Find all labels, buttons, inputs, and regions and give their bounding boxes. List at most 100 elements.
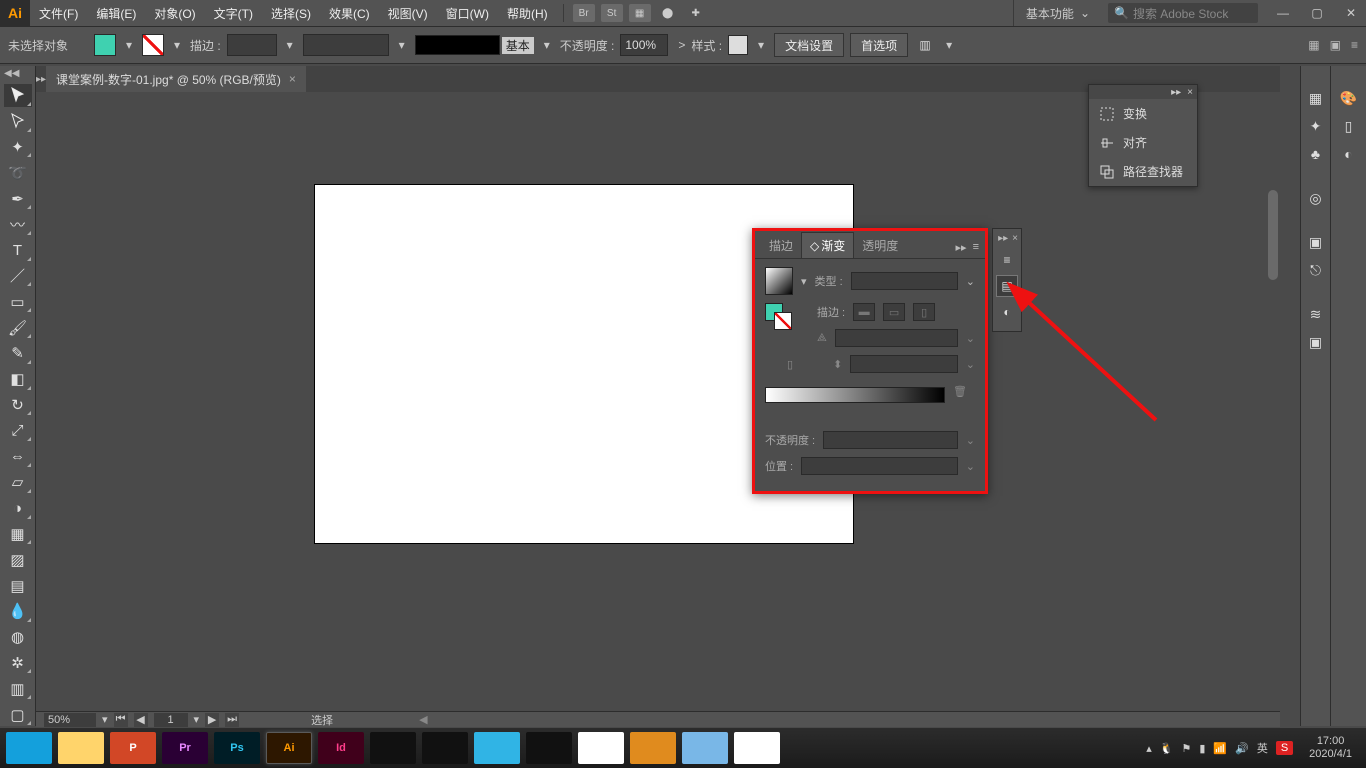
paintbrush-tool[interactable]: 🖌 — [4, 316, 32, 339]
type-tool[interactable]: T — [4, 239, 32, 262]
menu-file[interactable]: 文件(F) — [30, 0, 87, 26]
arrange-icon[interactable]: ▦ — [629, 4, 651, 22]
brush-dropdown[interactable]: ▾ — [540, 34, 554, 56]
selection-tool[interactable] — [4, 84, 32, 107]
style-swatch[interactable] — [728, 35, 748, 55]
taskbar-qq-browser[interactable] — [6, 732, 52, 764]
vertical-scrollbar[interactable] — [1266, 184, 1280, 711]
libraries-panel-icon[interactable]: ▣ — [1304, 230, 1328, 254]
menu-help[interactable]: 帮助(H) — [498, 0, 557, 26]
menu-object[interactable]: 对象(O) — [145, 0, 204, 26]
free-transform-tool[interactable]: ▱ — [4, 471, 32, 494]
panel-expand-icon[interactable]: ▸▸ — [956, 241, 967, 254]
stroke-weight-stepper[interactable]: ▾ — [283, 34, 297, 56]
gradient-slider[interactable] — [765, 387, 945, 403]
lasso-tool[interactable]: ➰ — [4, 161, 32, 184]
stroke-apply-2[interactable]: ▭ — [883, 303, 905, 321]
menu-effect[interactable]: 效果(C) — [320, 0, 379, 26]
eraser-tool[interactable]: ◧ — [4, 368, 32, 391]
tray-network-icon[interactable]: 📶 — [1213, 742, 1227, 755]
magic-wand-tool[interactable]: ✦ — [4, 136, 32, 159]
artboard-drop[interactable]: ▾ — [194, 713, 200, 726]
taskbar-notes[interactable] — [682, 732, 728, 764]
tray-volume-icon[interactable]: 🔊 — [1235, 742, 1249, 755]
rotate-tool[interactable]: ↻ — [4, 394, 32, 417]
stroke-icon[interactable]: ◐ — [1337, 142, 1361, 166]
tray-battery-icon[interactable]: ▮ — [1199, 742, 1205, 755]
tray-qq-icon[interactable]: 🐧 — [1160, 742, 1174, 755]
blend-tool[interactable]: ◍ — [4, 626, 32, 649]
gradient-tool[interactable]: ▤ — [4, 574, 32, 597]
collapse-icon[interactable]: ◀◀ — [4, 68, 19, 79]
panel-item-transform[interactable]: 变换 — [1089, 99, 1197, 128]
zoom-drop-icon[interactable]: ▾ — [102, 713, 108, 726]
taskbar-qq[interactable] — [526, 732, 572, 764]
panel-close-icon[interactable]: × — [1187, 87, 1193, 98]
tab-stroke[interactable]: 描边 — [761, 233, 801, 258]
eyedropper-tool[interactable]: 💧 — [4, 600, 32, 623]
rectangle-tool[interactable]: ▭ — [4, 290, 32, 313]
menu-text[interactable]: 文字(T) — [205, 0, 262, 26]
fill-swatch[interactable] — [94, 34, 116, 56]
cc-panel-icon[interactable]: ◎ — [1304, 186, 1328, 210]
properties-icon[interactable]: ▯ — [1337, 114, 1361, 138]
color-panel-icon[interactable]: ▦ — [1304, 86, 1328, 110]
document-tab[interactable]: 课堂案例-数字-01.jpg* @ 50% (RGB/预览) × — [46, 66, 306, 92]
fill-dropdown[interactable]: ▾ — [122, 34, 136, 56]
dock-gradient-icon[interactable]: ▤ — [996, 275, 1018, 297]
align-to-icon[interactable]: ▥ — [914, 34, 936, 56]
pathfinder-panel-icon[interactable]: ✦ — [1304, 114, 1328, 138]
menu-edit[interactable]: 编辑(E) — [87, 0, 145, 26]
menu-view[interactable]: 视图(V) — [379, 0, 437, 26]
stock-icon[interactable]: St — [601, 4, 623, 22]
menu-window[interactable]: 窗口(W) — [437, 0, 498, 26]
panel-menu-icon[interactable]: ≡ — [1351, 38, 1358, 52]
scale-tool[interactable]: ⤢ — [4, 419, 32, 442]
vsp-drop[interactable]: ▾ — [395, 34, 409, 56]
tray-expand-icon[interactable]: ▴ — [1146, 742, 1152, 755]
close-tab-icon[interactable]: × — [289, 72, 296, 86]
stroke-apply-1[interactable]: ▬ — [853, 303, 875, 321]
shaper-tool[interactable]: ✎ — [4, 342, 32, 365]
taskbar-firefox[interactable] — [630, 732, 676, 764]
align-to-drop[interactable]: ▾ — [942, 34, 956, 56]
style-dropdown[interactable]: ▾ — [754, 34, 768, 56]
gradient-preview-swatch[interactable] — [765, 267, 793, 295]
stroke-dropdown[interactable]: ▾ — [170, 34, 184, 56]
taskbar-premiere[interactable]: Pr — [162, 732, 208, 764]
bridge-icon[interactable]: Br — [573, 4, 595, 22]
panel-item-align[interactable]: 对齐 — [1089, 128, 1197, 157]
dock-transparency-icon[interactable]: ◐ — [996, 301, 1018, 323]
fill-mini-swatch[interactable] — [765, 303, 783, 321]
menu-select[interactable]: 选择(S) — [262, 0, 320, 26]
sync-icon[interactable]: ✚ — [685, 4, 707, 22]
curvature-tool[interactable]: 〰 — [4, 213, 32, 236]
artboard-number[interactable]: 1 — [154, 713, 188, 727]
direct-selection-tool[interactable] — [4, 110, 32, 133]
taskbar-illustrator[interactable]: Ai — [266, 732, 312, 764]
taskbar-cloud[interactable] — [422, 732, 468, 764]
snap-icon[interactable]: ▦ — [1308, 38, 1319, 52]
workspace-switcher[interactable]: 基本功能 ⌄ — [1013, 0, 1102, 26]
gradient-angle-field[interactable] — [835, 329, 958, 347]
taskbar-bilibili[interactable] — [474, 732, 520, 764]
stroke-weight-field[interactable] — [227, 34, 277, 56]
mesh-tool[interactable]: ▨ — [4, 548, 32, 571]
export-panel-icon[interactable]: ⎋ — [1304, 258, 1328, 282]
close-button[interactable]: ✕ — [1336, 3, 1366, 23]
gpu-icon[interactable]: ⬤ — [657, 4, 679, 22]
prev-artboard-button[interactable]: ◀ — [134, 713, 148, 727]
transform-panel-group[interactable]: ▸▸× 变换 对齐 路径查找器 — [1088, 84, 1198, 187]
last-artboard-button[interactable]: ⏭ — [225, 713, 239, 727]
tab-expand-icon[interactable]: ▸▸ — [36, 66, 46, 92]
gradient-panel[interactable]: 描边 ◇渐变 透明度 ▸▸ ≡ ▾ 类型 : ⌄ 描边 : ▬ ▭ ▯ ⟁ ⌄ … — [752, 228, 988, 494]
maximize-button[interactable]: ▢ — [1302, 3, 1332, 23]
zoom-field[interactable]: 50% — [44, 713, 96, 727]
width-tool[interactable]: ⇔ — [4, 445, 32, 468]
tray-ime-lang[interactable]: 英 — [1257, 740, 1268, 756]
taskbar-media[interactable] — [370, 732, 416, 764]
minimize-button[interactable]: ― — [1268, 3, 1298, 23]
artboards-panel-icon[interactable]: ▣ — [1304, 330, 1328, 354]
tray-flag-icon[interactable]: ⚑ — [1181, 742, 1191, 755]
shape-builder-tool[interactable]: ◑ — [4, 497, 32, 520]
